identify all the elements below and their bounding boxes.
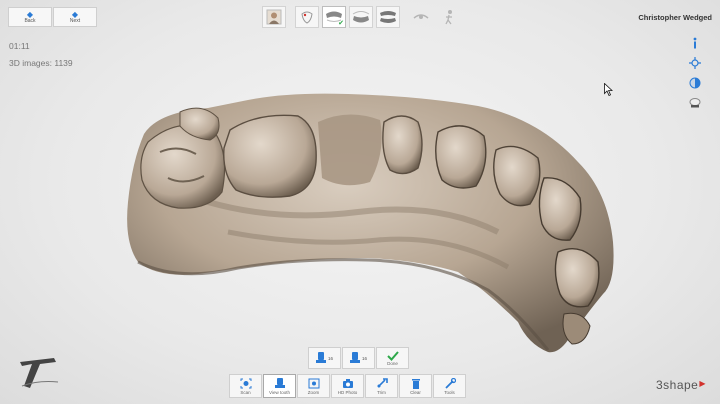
texture-button[interactable] [688, 76, 702, 90]
lower-jaw-icon [352, 11, 370, 23]
workflow-step-analyze[interactable] [409, 6, 433, 28]
scanner-tip-icon [315, 352, 326, 363]
brand-name: 3shape [655, 378, 699, 392]
checkmark-icon [386, 351, 399, 361]
next-button[interactable]: ◆ Next [53, 7, 97, 27]
view-tooth-icon [274, 377, 285, 388]
workflow-step-send[interactable] [436, 6, 460, 28]
back-button[interactable]: ◆ Back [8, 7, 52, 27]
done-check-icon: ✔ [338, 20, 344, 27]
camera-icon [342, 378, 353, 388]
scan-button[interactable]: Scan [229, 374, 262, 398]
clear-label: Clear [410, 389, 421, 395]
workflow-step-patient[interactable] [262, 6, 286, 28]
tooth-premolar-1 [382, 115, 423, 175]
brand-triangle-icon: ▶ [699, 379, 706, 388]
scan-position-button-2[interactable]: 16 [342, 347, 375, 369]
tooth-premolar-2 [435, 125, 487, 189]
tools-icon [444, 377, 456, 389]
image-count: 3D images: 1139 [9, 58, 73, 68]
hd-photo-label: HD Photo [337, 389, 358, 395]
mouse-cursor-icon [604, 83, 613, 96]
workflow-steps: ✔ [262, 6, 463, 28]
scanner-tip-icon [349, 352, 360, 363]
top-bar: ◆ Back ◆ Next ✔ Christopher Wedged [0, 0, 720, 34]
trim-label: Trim [377, 389, 386, 395]
crosshair-icon [689, 57, 701, 69]
workflow-step-bite-scan[interactable] [376, 6, 400, 28]
bite-jaw-icon [380, 11, 396, 23]
tooth-order-icon [301, 11, 313, 24]
scan-position-count-2: 16 [361, 355, 367, 361]
info-icon [693, 37, 697, 49]
zoom-label: Zoom [307, 389, 320, 395]
main-toolbar: Scan View tooth Zoom HD Photo Trim Clear… [229, 374, 467, 398]
next-arrow-icon: ◆ [71, 9, 79, 19]
patient-photo-icon [266, 9, 282, 25]
scan-label: Scan [240, 389, 251, 395]
scan-position-toolbar: 16 16 Done [308, 347, 410, 369]
nav-buttons: ◆ Back ◆ Next [8, 7, 97, 27]
tools-button[interactable]: Tools [433, 374, 466, 398]
scan-status: 01:11 3D images: 1139 [9, 38, 73, 72]
user-name[interactable]: Christopher Wedged [638, 13, 712, 22]
clear-button[interactable]: Clear [399, 374, 432, 398]
trim-button[interactable]: Trim [365, 374, 398, 398]
texture-sphere-icon [689, 77, 701, 89]
done-button[interactable]: Done [376, 347, 409, 369]
analysis-icon [413, 14, 429, 19]
scan-position-count-1: 16 [327, 355, 333, 361]
workflow-step-lower-scan[interactable] [349, 6, 373, 28]
center-view-button[interactable] [688, 56, 702, 70]
tooth-shade-icon [689, 98, 701, 108]
trash-icon [411, 378, 420, 389]
workflow-step-order[interactable] [295, 6, 319, 28]
view-tooth-button[interactable]: View tooth [263, 374, 296, 398]
tooth-prep-1 [223, 114, 317, 198]
back-label: Back [24, 17, 36, 24]
view-toolbar [688, 36, 702, 116]
scan-icon [240, 378, 251, 388]
trios-scanner-logo [20, 358, 59, 388]
done-label: Done [387, 361, 398, 366]
tooth-incisor-2 [554, 248, 600, 308]
zoom-icon [308, 378, 319, 388]
view-tooth-label: View tooth [269, 389, 290, 395]
shade-button[interactable] [688, 96, 702, 110]
brand-logo: 3shape▶ [656, 378, 706, 392]
scan-timer: 01:11 [9, 41, 30, 51]
hd-photo-button[interactable]: HD Photo [331, 374, 364, 398]
scan-position-button-1[interactable]: 16 [308, 347, 341, 369]
zoom-button[interactable]: Zoom [297, 374, 330, 398]
jaw-scan-model[interactable] [118, 82, 630, 357]
trim-icon [376, 377, 388, 388]
next-label: Next [69, 17, 81, 24]
info-button[interactable] [688, 36, 702, 50]
tools-label: Tools [444, 389, 455, 395]
back-arrow-icon: ◆ [26, 9, 34, 19]
send-person-icon [445, 10, 452, 25]
workflow-step-upper-scan[interactable]: ✔ [322, 6, 346, 28]
